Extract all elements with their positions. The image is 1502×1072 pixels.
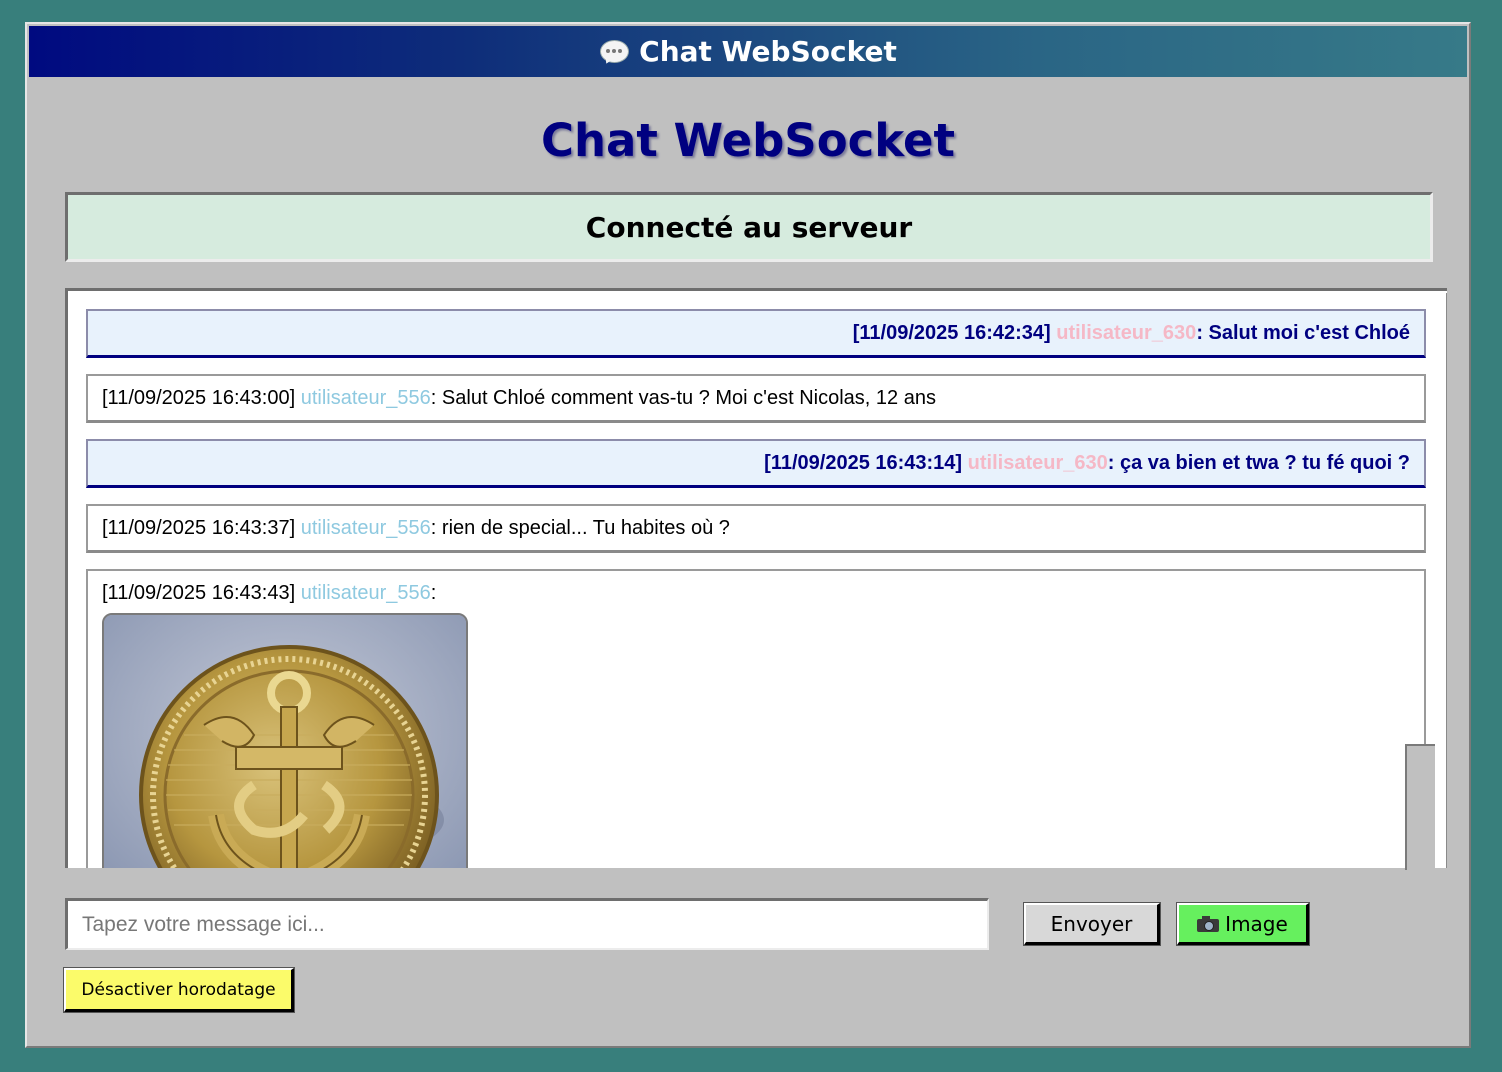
window-title: Chat WebSocket [639,35,897,68]
message-item: [11/09/2025 16:42:34] utilisateur_630: S… [86,309,1426,358]
message-timestamp: [11/09/2025 16:43:00] [102,387,296,409]
connection-status: Connecté au serveur [65,192,1433,262]
scrollbar-thumb[interactable] [1405,744,1435,870]
message-text: : Salut moi c'est Chloé [1196,322,1410,344]
window-titlebar: Chat WebSocket [29,26,1467,77]
message-timestamp: [11/09/2025 16:42:34] [852,322,1051,344]
toggle-timestamp-button[interactable]: Désactiver horodatage [63,967,295,1013]
page-title: Chat WebSocket [540,114,956,167]
image-upload-button[interactable]: Image [1176,902,1310,946]
message-text: : ça va bien et twa ? tu fé quoi ? [1107,452,1410,474]
message-username: utilisateur_556 [300,387,431,409]
message-username: utilisateur_556 [300,517,431,539]
chat-window: Chat WebSocket Chat WebSocket Connecté a… [25,22,1471,1048]
message-timestamp: [11/09/2025 16:43:43] [102,582,296,604]
message-item: [11/09/2025 16:43:37] utilisateur_556: r… [86,504,1426,553]
message-username: utilisateur_630 [1056,322,1197,344]
message-item: [11/09/2025 16:43:43] utilisateur_556: [86,569,1426,868]
scrollbar-track[interactable] [1446,293,1447,868]
anchor-button-photo[interactable] [102,613,468,868]
message-text: : Salut Chloé comment vas-tu ? Moi c'est… [430,387,936,409]
message-username: utilisateur_556 [300,582,431,604]
message-text: : [430,582,437,604]
message-list: [11/09/2025 16:42:34] utilisateur_630: S… [86,309,1426,868]
send-button[interactable]: Envoyer [1023,902,1161,946]
message-timestamp: [11/09/2025 16:43:37] [102,517,296,539]
speech-bubble-icon [599,39,630,66]
message-username: utilisateur_630 [967,452,1108,474]
camera-icon [1197,915,1220,932]
message-item: [11/09/2025 16:43:00] utilisateur_556: S… [86,374,1426,423]
message-item: [11/09/2025 16:43:14] utilisateur_630: ç… [86,439,1426,488]
image-button-label: Image [1225,911,1288,936]
messages-panel[interactable]: [11/09/2025 16:42:34] utilisateur_630: S… [65,288,1447,868]
message-timestamp: [11/09/2025 16:43:14] [764,452,963,474]
message-input[interactable] [65,898,989,950]
anchor-button-image [104,615,466,868]
message-text: : rien de special... Tu habites où ? [430,517,730,539]
